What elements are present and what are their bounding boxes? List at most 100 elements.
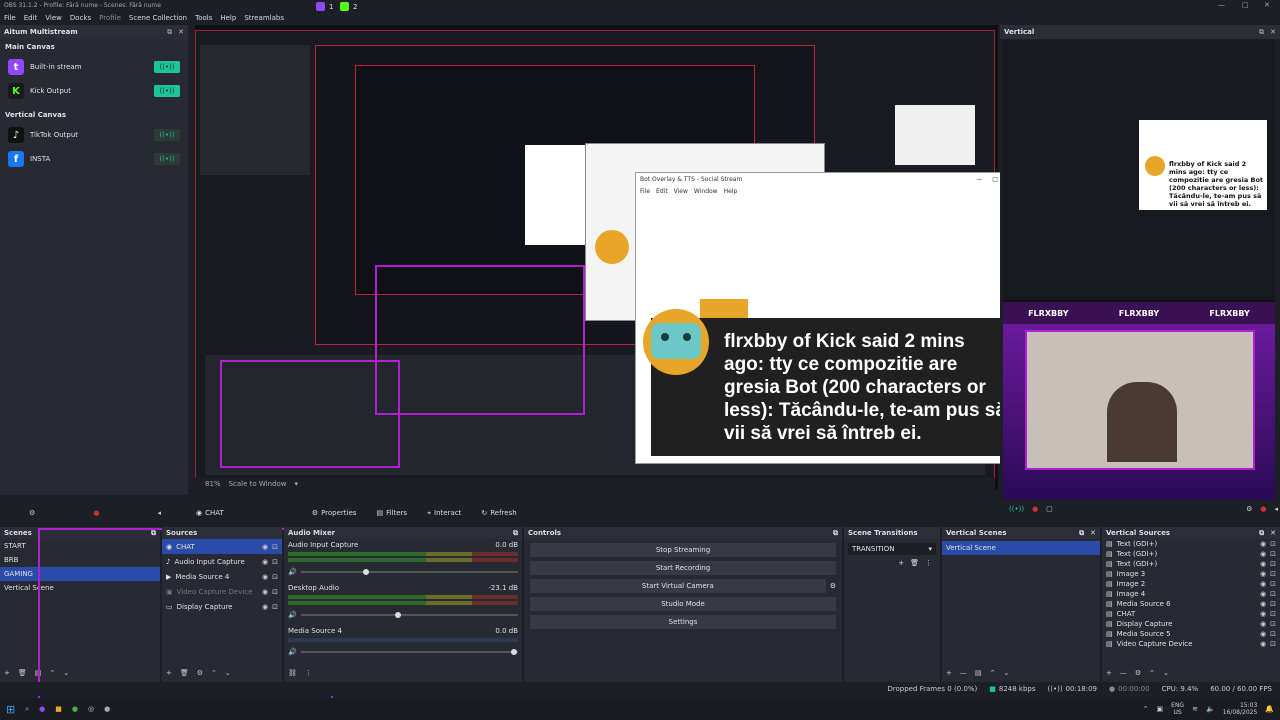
menu-dots-icon[interactable]: ⋮	[305, 669, 312, 677]
vertical-source-item[interactable]: ▤ Image 4 ◉ ⊡	[1102, 589, 1280, 599]
eye-icon[interactable]: ◉	[1260, 640, 1266, 648]
menu-profile[interactable]: Profile	[99, 14, 121, 22]
taskbar-obs-icon[interactable]: ◎	[88, 705, 94, 713]
settings-icon[interactable]: ⚙	[1246, 505, 1252, 513]
menu-scene-collection[interactable]: Scene Collection	[129, 14, 187, 22]
maximize-icon[interactable]: □	[1242, 1, 1249, 9]
screenshot-icon[interactable]: ▢	[1046, 505, 1053, 513]
wifi-icon[interactable]: ≋	[1192, 705, 1198, 713]
up-icon[interactable]: ⌃	[990, 669, 996, 677]
popup-menu-window[interactable]: Window	[694, 188, 718, 195]
source-item-display-capture[interactable]: ▭ Display Capture ◉ ⊡	[162, 599, 282, 614]
link-icon[interactable]: ⛓	[288, 669, 297, 677]
eye-icon[interactable]: ◉	[1260, 600, 1266, 608]
stream-toggle-button[interactable]: ((•))	[154, 129, 180, 141]
trash-icon[interactable]: 🗑	[180, 669, 189, 677]
vertical-source-item[interactable]: ▤ Media Source 5 ◉ ⊡	[1102, 629, 1280, 639]
remove-icon[interactable]: —	[960, 669, 967, 677]
back-icon[interactable]: ◂	[157, 509, 161, 517]
eye-icon[interactable]: ◉	[1260, 610, 1266, 618]
filters-button[interactable]: ▤ Filters	[370, 506, 413, 520]
vertical-source-item[interactable]: ▤ Video Capture Device ◉ ⊡	[1102, 639, 1280, 649]
down-icon[interactable]: ⌄	[1163, 669, 1169, 677]
popup-menu-view[interactable]: View	[674, 188, 688, 195]
close-dock-icon[interactable]: ✕	[1270, 529, 1276, 538]
lock-icon[interactable]: ⊡	[272, 573, 278, 581]
settings-icon[interactable]: ⚙	[29, 509, 35, 517]
windows-start-icon[interactable]: ⊞	[6, 703, 15, 716]
speaker-icon[interactable]: 🔊	[288, 611, 297, 619]
volume-slider-handle[interactable]	[362, 569, 369, 575]
menu-tools[interactable]: Tools	[195, 14, 212, 22]
tray-chevron-icon[interactable]: ⌃	[1143, 705, 1149, 713]
menu-file[interactable]: File	[4, 14, 16, 22]
lock-icon[interactable]: ⊡	[272, 543, 278, 551]
menu-help[interactable]: Help	[220, 14, 236, 22]
add-icon[interactable]: +	[1106, 669, 1112, 677]
scale-mode-dropdown[interactable]: Scale to Window	[229, 480, 287, 488]
float-icon[interactable]: ⧉	[1259, 28, 1264, 37]
taskbar-app2-icon[interactable]: ●	[104, 705, 110, 713]
close-dock-icon[interactable]: ✕	[1270, 28, 1276, 37]
close-dock-icon[interactable]: ✕	[178, 28, 184, 37]
lock-icon[interactable]: ⊡	[272, 603, 278, 611]
dock-menu-icon[interactable]: ⧉	[513, 529, 518, 538]
stream-toggle-button[interactable]: ((•))	[154, 85, 180, 97]
vertical-source-item[interactable]: ▤ Image 2 ◉ ⊡	[1102, 579, 1280, 589]
search-icon[interactable]: ⌕	[25, 705, 29, 714]
float-icon[interactable]: ⧉	[1259, 529, 1264, 538]
popup-maximize-icon[interactable]: □	[992, 176, 998, 183]
volume-slider-handle[interactable]	[395, 612, 402, 618]
stream-status-icon[interactable]: ((•))	[1009, 505, 1024, 513]
lock-icon[interactable]: ⊡	[272, 558, 278, 566]
lock-icon[interactable]: ⊡	[1270, 610, 1276, 618]
up-icon[interactable]: ⌃	[1149, 669, 1155, 677]
vertical-source-item[interactable]: ▤ Text (GDI+) ◉ ⊡	[1102, 549, 1280, 559]
taskbar-chrome-icon[interactable]: ●	[72, 705, 78, 713]
record-icon[interactable]: ●	[93, 509, 99, 517]
eye-icon[interactable]: ◉	[1260, 550, 1266, 558]
stream-toggle-button[interactable]: ((•))	[154, 61, 180, 73]
popup-menu-edit[interactable]: Edit	[656, 188, 668, 195]
eye-icon[interactable]: ◉	[1260, 540, 1266, 548]
taskbar-app-icon[interactable]: ●	[39, 705, 45, 713]
popup-minimize-icon[interactable]: —	[976, 176, 982, 183]
volume-slider[interactable]	[300, 649, 518, 655]
eye-icon[interactable]: ◉	[1260, 590, 1266, 598]
source-item-video-capture[interactable]: ▣ Video Capture Device ◉ ⊡	[162, 584, 282, 599]
float-icon[interactable]: ⧉	[167, 28, 172, 37]
record-vertical-icon[interactable]: ●	[1260, 505, 1266, 513]
source-item-chat[interactable]: ◉ CHAT ◉ ⊡	[162, 539, 282, 554]
vertical-scene-item[interactable]: Vertical Scene	[942, 541, 1100, 555]
add-icon[interactable]: +	[898, 559, 904, 567]
lock-icon[interactable]: ⊡	[1270, 560, 1276, 568]
vertical-source-item[interactable]: ▤ Media Source 6 ◉ ⊡	[1102, 599, 1280, 609]
gear-icon[interactable]: ⚙	[830, 582, 836, 590]
vertical-source-item[interactable]: ▤ Image 3 ◉ ⊡	[1102, 569, 1280, 579]
eye-icon[interactable]: ◉	[262, 573, 268, 581]
float-icon[interactable]: ⧉	[1079, 529, 1084, 538]
properties-button[interactable]: ⚙ Properties	[306, 506, 363, 520]
gear-icon[interactable]: ⚙	[197, 669, 203, 677]
eye-icon[interactable]: ◉	[262, 558, 268, 566]
interact-button[interactable]: ⌖ Interact	[421, 506, 467, 520]
eye-icon[interactable]: ◉	[1260, 560, 1266, 568]
lock-icon[interactable]: ⊡	[1270, 600, 1276, 608]
lock-icon[interactable]: ⊡	[272, 588, 278, 596]
up-icon[interactable]: ⌃	[211, 669, 217, 677]
add-icon[interactable]: +	[166, 669, 172, 677]
popup-menu-help[interactable]: Help	[724, 188, 738, 195]
volume-slider[interactable]	[300, 569, 518, 575]
menu-edit[interactable]: Edit	[24, 14, 38, 22]
eye-icon[interactable]: ◉	[1260, 620, 1266, 628]
lock-icon[interactable]: ⊡	[1270, 640, 1276, 648]
record-icon[interactable]: ●	[1032, 505, 1038, 513]
dock-menu-icon[interactable]: ⧉	[833, 529, 838, 538]
source-item-audio-input[interactable]: ♪ Audio Input Capture ◉ ⊡	[162, 554, 282, 569]
eye-icon[interactable]: ◉	[1260, 570, 1266, 578]
lock-icon[interactable]: ⊡	[1270, 630, 1276, 638]
volume-icon[interactable]: 🔈	[1206, 705, 1215, 713]
volume-slider[interactable]	[300, 612, 518, 618]
vertical-preview[interactable]: flrxbby of Kick said 2 mins ago: tty ce …	[1003, 40, 1275, 500]
studio-mode-button[interactable]: Studio Mode	[530, 597, 836, 611]
